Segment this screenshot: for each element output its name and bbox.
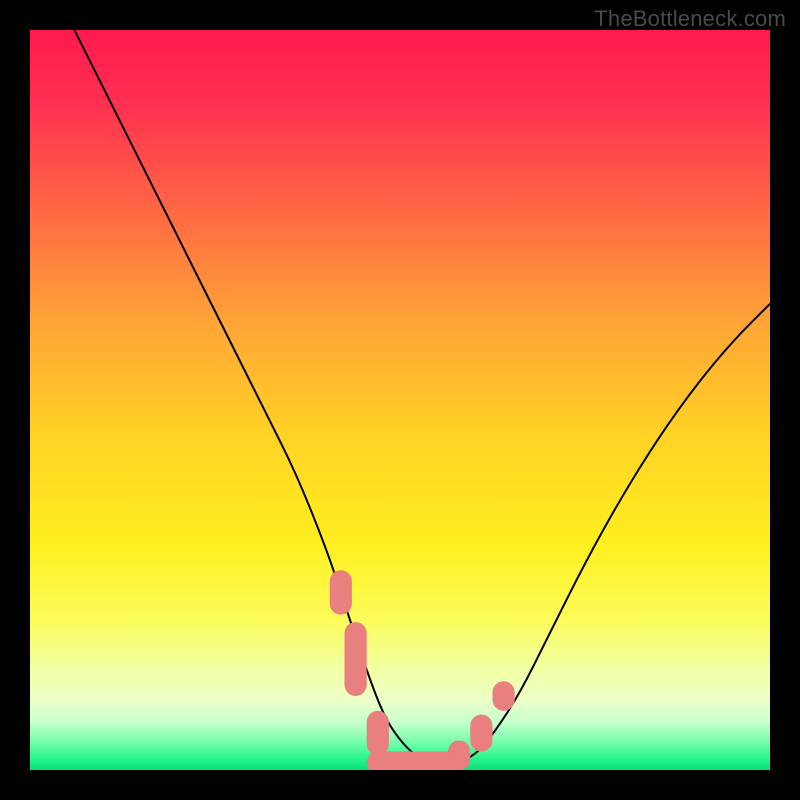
- gradient-background: [30, 30, 770, 770]
- plot-area: [30, 30, 770, 770]
- watermark-text: TheBottleneck.com: [594, 6, 786, 32]
- chart-frame: TheBottleneck.com: [0, 0, 800, 800]
